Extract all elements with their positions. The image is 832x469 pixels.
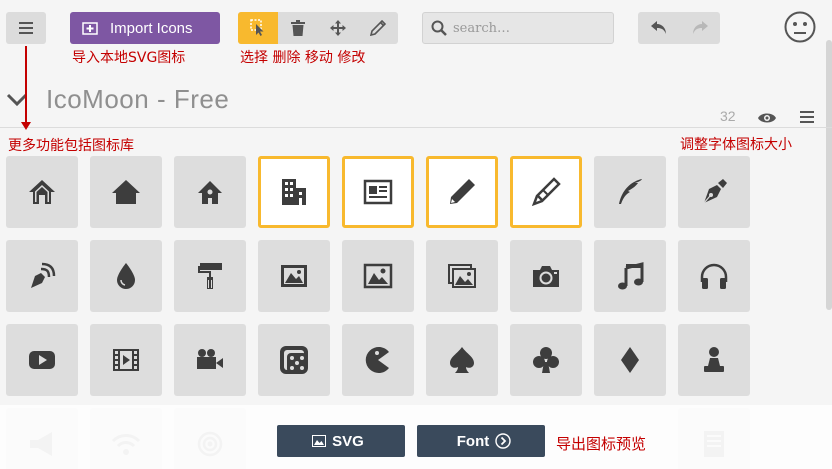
icon-tile[interactable] xyxy=(426,156,498,228)
home2-icon xyxy=(112,180,140,204)
svg-label: SVG xyxy=(332,432,364,450)
home-icon xyxy=(29,180,55,204)
icon-tile[interactable] xyxy=(678,240,750,312)
paint-format-icon xyxy=(198,263,222,289)
delete-icon xyxy=(291,20,305,36)
scrollbar[interactable] xyxy=(826,40,832,310)
icon-size-value[interactable]: 32 xyxy=(720,108,736,124)
icon-tile[interactable] xyxy=(594,324,666,396)
edit-icon xyxy=(370,20,386,36)
headphones-icon xyxy=(700,263,728,289)
annotation-import: 导入本地SVG图标 xyxy=(72,50,186,66)
move-icon xyxy=(330,20,346,36)
pencil2-icon xyxy=(531,177,561,207)
undo-button[interactable] xyxy=(638,12,679,44)
import-label: Import Icons xyxy=(110,19,193,37)
iconset-title: IcoMoon - Free xyxy=(46,84,230,114)
clubs-icon xyxy=(533,347,559,373)
film-icon xyxy=(113,349,139,371)
hamburger-icon xyxy=(19,22,33,34)
delete-tool-button[interactable] xyxy=(278,12,318,44)
blog-icon xyxy=(31,262,56,288)
icon-tile[interactable] xyxy=(6,324,78,396)
redo-button[interactable] xyxy=(679,12,720,44)
annotation-arrow-head xyxy=(21,122,31,130)
annotation-menu: 更多功能包括图标库 xyxy=(8,138,134,154)
icon-tile[interactable] xyxy=(510,156,582,228)
select-icon xyxy=(250,19,264,36)
icon-tile[interactable] xyxy=(258,156,330,228)
icon-tile[interactable] xyxy=(174,240,246,312)
download-svg-button[interactable]: SVG xyxy=(277,425,405,457)
icon-tile[interactable] xyxy=(594,156,666,228)
search-input[interactable] xyxy=(453,20,603,36)
import-icons-button[interactable]: Import Icons xyxy=(70,12,220,44)
annotation-export: 导出图标预览 xyxy=(556,435,647,453)
image-icon xyxy=(312,435,327,447)
spades-icon xyxy=(450,347,474,373)
icon-tile[interactable] xyxy=(594,240,666,312)
icon-tile[interactable] xyxy=(90,240,162,312)
icon-tile[interactable] xyxy=(174,156,246,228)
search-box xyxy=(422,12,614,44)
music-icon xyxy=(618,262,644,290)
icon-tile[interactable] xyxy=(258,240,330,312)
select-tool-button[interactable] xyxy=(238,12,278,44)
images2-icon xyxy=(448,264,476,288)
generate-font-button[interactable]: Font xyxy=(417,425,545,457)
play-icon xyxy=(29,351,55,369)
pen-icon xyxy=(703,179,727,204)
icon-tile[interactable] xyxy=(510,324,582,396)
icon-tile[interactable] xyxy=(342,240,414,312)
icon-tile[interactable] xyxy=(258,324,330,396)
icon-tile[interactable] xyxy=(426,240,498,312)
home3-icon xyxy=(198,181,222,204)
quill-icon xyxy=(619,179,642,204)
chevron-right-circle-icon xyxy=(495,433,511,449)
move-tool-button[interactable] xyxy=(318,12,358,44)
dice-icon xyxy=(280,346,308,374)
icon-tile[interactable] xyxy=(678,156,750,228)
office-icon xyxy=(282,179,306,205)
pencil-icon xyxy=(450,179,475,204)
icon-tile[interactable] xyxy=(90,156,162,228)
icon-tile[interactable] xyxy=(90,324,162,396)
icon-tile[interactable] xyxy=(174,324,246,396)
undo-icon xyxy=(650,21,666,34)
video-camera-icon xyxy=(197,349,223,369)
edit-tool-button[interactable] xyxy=(358,12,398,44)
icon-tile[interactable] xyxy=(342,156,414,228)
newspaper-icon xyxy=(363,179,393,205)
image-icon xyxy=(281,265,307,287)
icon-tile[interactable] xyxy=(6,156,78,228)
icon-tile[interactable] xyxy=(510,240,582,312)
edit-tools xyxy=(238,12,398,44)
icon-tile[interactable] xyxy=(342,324,414,396)
annotation-size: 调整字体图标大小 xyxy=(680,137,792,153)
history-tools xyxy=(638,12,720,44)
menu-button[interactable] xyxy=(6,12,46,44)
icon-tile[interactable] xyxy=(6,240,78,312)
annotation-tools: 选择 删除 移动 修改 xyxy=(240,50,366,66)
search-icon xyxy=(431,20,447,36)
list-icon[interactable] xyxy=(800,108,814,127)
annotation-arrow xyxy=(25,46,27,126)
import-icon xyxy=(82,22,98,35)
images-icon xyxy=(363,263,393,289)
icon-tile[interactable] xyxy=(426,324,498,396)
font-label: Font xyxy=(456,432,490,450)
eyedropper-icon xyxy=(117,263,135,289)
eye-icon[interactable] xyxy=(758,109,776,128)
redo-icon xyxy=(692,21,708,34)
diamonds-icon xyxy=(621,347,639,373)
pacman-icon xyxy=(365,347,389,373)
bottom-bar xyxy=(0,405,832,469)
icon-tile[interactable] xyxy=(678,324,750,396)
camera-icon xyxy=(533,266,559,287)
user-face-icon[interactable] xyxy=(784,11,816,47)
pawn-icon xyxy=(704,347,724,372)
